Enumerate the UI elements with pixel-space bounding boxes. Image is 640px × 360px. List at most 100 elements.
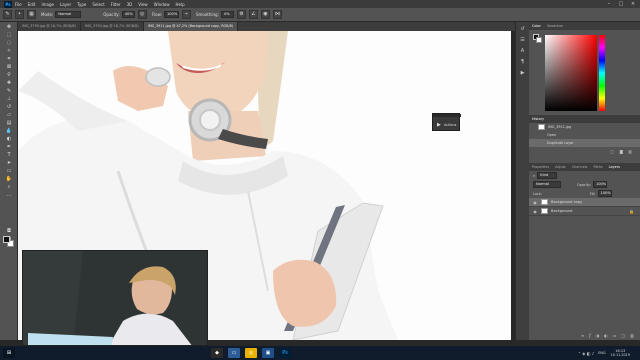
blur-tool-icon[interactable]: 💧 (5, 128, 13, 134)
angle-icon[interactable]: ∠ (248, 10, 258, 19)
eye-icon[interactable]: ◉ (532, 200, 538, 205)
menu-layer[interactable]: Layer (60, 2, 71, 7)
pressure-opacity-icon[interactable]: ◎ (137, 10, 147, 19)
new-document-icon[interactable]: ▢ (611, 149, 615, 154)
brush-tool-icon[interactable]: ✎ (3, 10, 12, 19)
mode-select[interactable]: Normal (55, 11, 82, 18)
type-tool-icon[interactable]: T (5, 152, 13, 158)
marquee-tool-icon[interactable]: ⬚ (5, 32, 13, 38)
history-brush-icon[interactable]: ↺ (5, 104, 13, 110)
blend-mode-select[interactable]: Normal (533, 181, 561, 188)
menu-filter[interactable]: Filter (111, 2, 121, 7)
history-panel-icon[interactable]: ↺ (519, 26, 526, 33)
minimize-icon[interactable]: – (604, 0, 614, 8)
more-tools-icon[interactable]: … (5, 192, 13, 198)
new-layer-icon[interactable]: ▢ (621, 333, 625, 338)
taskbar-app-icon[interactable]: ◆ (211, 348, 223, 358)
gear-icon[interactable]: ⚙ (236, 10, 246, 19)
foreground-color-swatch[interactable] (3, 236, 10, 243)
opacity-field[interactable]: 40% (121, 11, 135, 18)
tab-properties[interactable]: Properties (529, 165, 552, 169)
menu-type[interactable]: Type (77, 2, 86, 7)
history-item[interactable]: Duplicate Layer (529, 139, 640, 147)
menu-window[interactable]: Window (154, 2, 170, 7)
path-select-icon[interactable]: ➤ (5, 160, 13, 166)
link-icon[interactable]: ∞ (581, 333, 584, 338)
maximize-icon[interactable]: □ (616, 0, 626, 8)
tab-paths[interactable]: Paths (590, 165, 605, 169)
tab-history[interactable]: History (529, 117, 547, 121)
taskbar-window-icon[interactable]: ▣ (262, 348, 274, 358)
move-tool-icon[interactable]: ✥ (5, 24, 13, 30)
play-icon[interactable]: ▶ (437, 122, 441, 128)
tab-adjustments[interactable]: Adjust (552, 165, 569, 169)
properties-panel-icon[interactable]: ☰ (519, 37, 526, 44)
tray-icons[interactable]: ⌃ ◈ ◧ ♪ (578, 351, 595, 356)
tab-document-active[interactable]: IMG_3911.jpg @ 47,2% (Background copy, R… (143, 22, 239, 31)
folder-icon[interactable]: ▭ (613, 333, 617, 338)
flow-field[interactable]: 100% (163, 11, 179, 18)
color-bg-swatch[interactable] (536, 37, 542, 43)
menu-image[interactable]: Image (41, 2, 54, 7)
rectangle-tool-icon[interactable]: ▭ (5, 168, 13, 174)
actions-popup[interactable]: ▶ Actions (432, 113, 461, 131)
airbrush-icon[interactable]: ⌁ (181, 10, 191, 19)
eyedropper-tool-icon[interactable]: ⚲ (5, 72, 13, 78)
tab-channels[interactable]: Channels (569, 165, 591, 169)
menu-file[interactable]: File (15, 2, 22, 7)
quick-select-tool-icon[interactable]: ✧ (5, 48, 13, 54)
dodge-tool-icon[interactable]: ◐ (5, 136, 13, 142)
start-windows-icon[interactable]: ⊞ (3, 348, 15, 358)
quick-mask-icon[interactable]: ◘ (5, 228, 13, 234)
fx-icon[interactable]: ƒ (589, 333, 590, 338)
lasso-tool-icon[interactable]: ◌ (5, 40, 13, 46)
hand-tool-icon[interactable]: ✋ (5, 176, 13, 182)
paragraph-panel-icon[interactable]: ¶ (519, 59, 526, 66)
fill-field[interactable]: 100% (597, 190, 612, 197)
clock-date[interactable]: 10.11.2019 (611, 353, 630, 357)
photoshop-taskbar-icon[interactable]: Ps (279, 348, 291, 358)
clone-stamp-icon[interactable]: ⊥ (5, 96, 13, 102)
gradient-tool-icon[interactable]: ▤ (5, 120, 13, 126)
eraser-tool-icon[interactable]: ▱ (5, 112, 13, 118)
tab-document-2[interactable]: IMG_3790.jpg @ 16,7% (RGB/8) (80, 22, 144, 31)
smoothing-field[interactable]: 0% (220, 11, 234, 18)
eye-icon[interactable]: ◉ (532, 209, 538, 214)
trash-icon[interactable]: ▥ (628, 149, 632, 154)
close-icon[interactable]: × (628, 0, 638, 8)
layer-filter-kind[interactable]: Kind (537, 172, 558, 179)
actions-panel-icon[interactable]: ▶ (519, 70, 526, 77)
delete-layer-icon[interactable]: ▥ (630, 333, 634, 338)
brush-tool-icon[interactable]: ✎ (5, 88, 13, 94)
menu-3d[interactable]: 3D (127, 2, 133, 7)
symmetry-icon[interactable]: ⋈ (272, 10, 282, 19)
zoom-tool-icon[interactable]: ⌕ (5, 184, 13, 190)
crop-tool-icon[interactable]: ⌗ (5, 56, 13, 62)
layer-row[interactable]: ◉ Background copy (529, 198, 640, 207)
healing-brush-icon[interactable]: ✚ (5, 80, 13, 86)
brush-settings-icon[interactable]: ▦ (27, 10, 36, 19)
mask-icon[interactable]: ◑ (596, 333, 600, 338)
color-picker-field[interactable] (545, 35, 597, 111)
menu-help[interactable]: Help (175, 2, 184, 7)
brush-preset-icon[interactable]: • (15, 10, 24, 19)
pressure-size-icon[interactable]: ◉ (260, 10, 270, 19)
tab-layers[interactable]: Layers (606, 165, 623, 169)
pen-tool-icon[interactable]: ✒ (5, 144, 13, 150)
tab-swatches[interactable]: Swatches (544, 24, 566, 28)
adjustment-icon[interactable]: ◐ (604, 333, 608, 338)
taskbar-explorer-icon[interactable]: ▭ (228, 348, 240, 358)
actions-popup-header[interactable] (433, 114, 461, 117)
layer-opacity-field[interactable]: 100% (592, 181, 607, 188)
menu-select[interactable]: Select (92, 2, 104, 7)
language-indicator[interactable]: ENG (598, 351, 605, 355)
layer-row[interactable]: ◉ Background 🔒 (529, 207, 640, 216)
tab-document-1[interactable]: IMG_3799.jpg @ 16,7% (RGB/8) (18, 22, 81, 31)
frame-tool-icon[interactable]: ⊠ (5, 64, 13, 70)
menu-edit[interactable]: Edit (28, 2, 36, 7)
tab-color[interactable]: Color (529, 24, 544, 28)
history-item[interactable]: Open (529, 131, 640, 139)
history-snapshot[interactable]: IMG_3911.jpg (529, 123, 640, 131)
menu-view[interactable]: View (138, 2, 148, 7)
character-panel-icon[interactable]: A (519, 48, 526, 55)
